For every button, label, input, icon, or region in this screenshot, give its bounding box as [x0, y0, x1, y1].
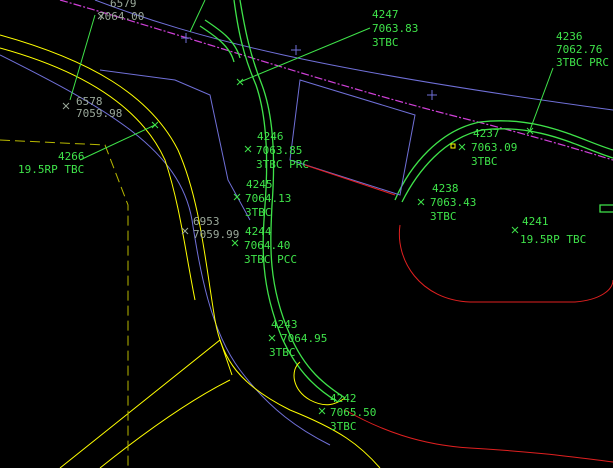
point-label-id: 4244: [245, 225, 272, 238]
cad-drawing-canvas[interactable]: 6579 7064.00 4247 7063.83 3TBC 4236 7062…: [0, 0, 613, 468]
point-label-id: 4245: [246, 178, 273, 191]
marker-square: [450, 143, 456, 149]
building-outline: [289, 79, 416, 196]
marker-plus-1: [291, 45, 301, 55]
curb-right-stub: [599, 204, 613, 213]
marker-x-4266: [151, 121, 159, 129]
dashed-line: [0, 139, 129, 468]
point-label-elev: 7064.40: [244, 239, 290, 252]
point-label-id: 4241: [522, 215, 549, 228]
point-label-id: 6579: [110, 0, 137, 10]
point-label-elev: 7059.98: [76, 107, 122, 120]
marker-x-4238: [417, 198, 425, 206]
marker-x-6953: [181, 227, 189, 235]
point-label-elev: 7062.76: [556, 43, 602, 56]
edge-of-pavement-4: [99, 379, 231, 468]
point-label-elev: 7063.43: [430, 196, 476, 209]
point-label-desc: 3TBC: [372, 36, 399, 49]
property-line: [59, 0, 613, 161]
marker-x-4242: [318, 407, 326, 415]
point-label-desc: 3TBC: [430, 210, 457, 223]
point-label-desc: 3TBC: [269, 346, 296, 359]
curb-right-outer: [394, 120, 613, 201]
point-label-desc: 19.5RP TBC: [18, 163, 84, 176]
marker-x-4243: [268, 334, 276, 342]
point-label-elev: 7063.83: [372, 22, 418, 35]
point-label-desc: 3TBC PRC: [256, 158, 309, 171]
marker-x-4247: [236, 78, 244, 86]
point-label-desc: 19.5RP TBC: [520, 233, 586, 246]
marker-x-4246: [244, 145, 252, 153]
point-label-desc: 3TBC PCC: [244, 253, 297, 266]
point-label-desc: 3TBC: [330, 420, 357, 433]
leader-4266: [79, 124, 156, 161]
point-label-elev: 7063.85: [256, 144, 302, 157]
marker-plus-3: [181, 33, 191, 43]
point-label-elev: 7059.99: [193, 228, 239, 241]
point-label-elev: 7064.13: [245, 192, 291, 205]
edge-of-pavement-3: [59, 339, 233, 468]
point-label-elev: 7063.09: [471, 141, 517, 154]
point-label-id: 4238: [432, 182, 459, 195]
point-label-desc: 3TBC: [245, 206, 272, 219]
marker-x-4241: [511, 226, 519, 234]
point-label-elev: 7064.95: [281, 332, 327, 345]
point-label-desc: 3TBC: [471, 155, 498, 168]
marker-x-4237: [458, 143, 466, 151]
point-label-id: 4247: [372, 8, 399, 21]
point-label-id: 4246: [257, 130, 284, 143]
cross-markers: [62, 12, 534, 415]
point-label-id: 4266: [58, 150, 85, 163]
point-label-elev: 7065.50: [330, 406, 376, 419]
point-label-id: 6953: [193, 215, 220, 228]
point-label-desc: 3TBC PRC: [556, 56, 609, 69]
point-labels: 6579 7064.00 4247 7063.83 3TBC 4236 7062…: [18, 0, 609, 433]
point-label-id: 4243: [271, 318, 298, 331]
marker-x-4245: [233, 193, 241, 201]
red-line-1: [304, 164, 396, 196]
leader-6579: [69, 14, 96, 101]
red-line-3: [344, 409, 613, 463]
point-label-id: 4237: [473, 127, 500, 140]
point-label-id: 4236: [556, 30, 583, 43]
point-label-elev: 7064.00: [98, 10, 144, 23]
marker-x-6578: [62, 102, 70, 110]
point-label-id: 4242: [330, 392, 357, 405]
centerline-top: [94, 0, 613, 111]
marker-plus-2: [427, 90, 437, 100]
